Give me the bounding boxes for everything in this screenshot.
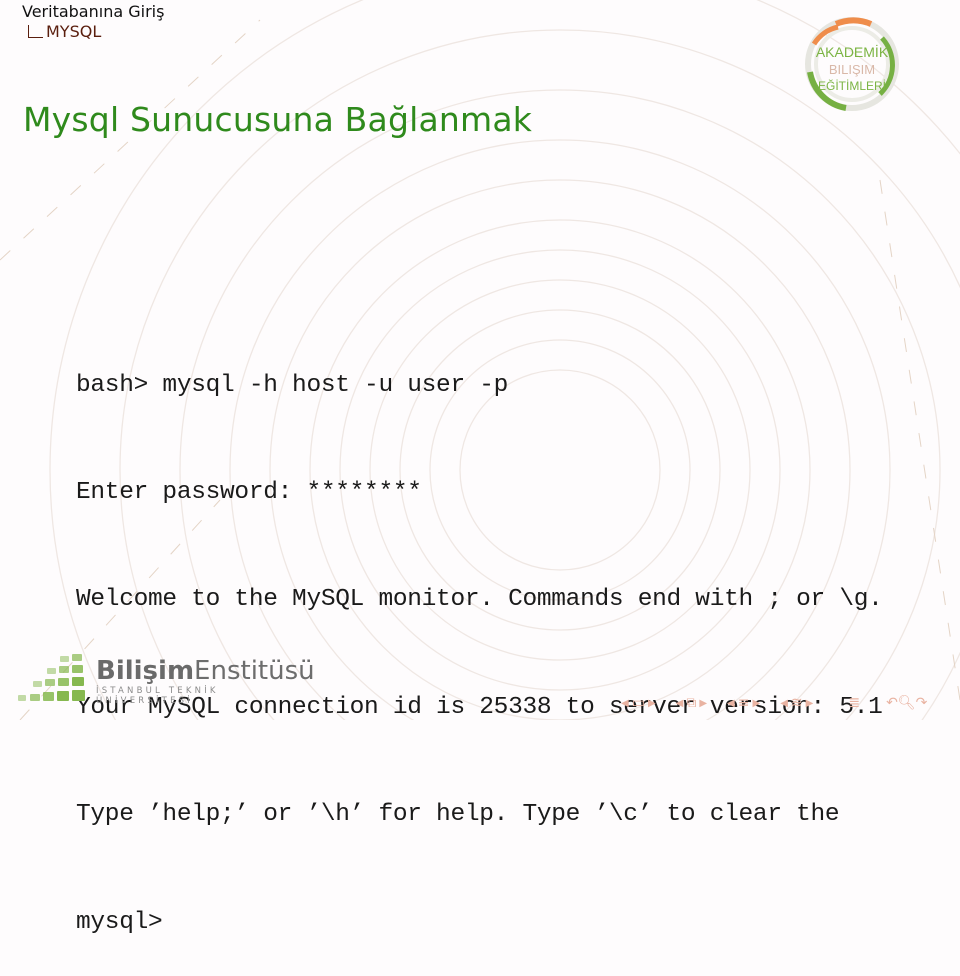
breadcrumb-subsection[interactable]: MYSQL <box>22 22 164 42</box>
section-next-icon[interactable]: ▶ <box>752 698 760 709</box>
terminal-line: bash> mysql -h host -u user -p <box>76 371 509 399</box>
subsection-next-icon[interactable]: ▶ <box>699 698 707 709</box>
presentation-prev-icon[interactable]: ◀ <box>780 698 788 709</box>
subsection-corner-icon <box>28 25 43 38</box>
breadcrumb-subsection-label: MYSQL <box>46 22 102 41</box>
undo-icon[interactable]: ↶ <box>886 695 898 711</box>
logo-line3: EĞİTİMLERİ <box>818 78 886 93</box>
terminal-line: mysql> <box>76 908 163 936</box>
breadcrumb-section[interactable]: Veritabanına Giriş <box>22 2 164 22</box>
frame-next-icon[interactable]: ▶ <box>648 698 656 709</box>
frame-prev-icon[interactable]: ◀ <box>621 698 629 709</box>
logo-line2: BILIŞIM <box>829 62 875 77</box>
beamer-navigation-bar: ◀ ▭ ▶ ◀ ⧉ ▶ ◀ ≡ ▶ ◀ ≋ ▶ ≣ ↶ 🔍︎ ↷ <box>618 692 937 714</box>
terminal-output: bash> mysql -h host -u user -p Enter pas… <box>76 296 883 976</box>
terminal-line: Welcome to the MySQL monitor. Commands e… <box>76 586 883 614</box>
akademik-bilisim-logo: AKADEMİK BILIŞIM EĞİTİMLERİ <box>805 17 899 111</box>
bilisim-enstitusu-logo: BilişimEnstitüsü İSTANBUL TEKNİK ÜNİVERS… <box>14 650 315 710</box>
logo-subtitle: İSTANBUL TEKNİK ÜNİVERSİTESİ <box>96 686 219 706</box>
redo-icon[interactable]: ↷ <box>916 695 928 711</box>
outline-icon[interactable]: ≣ <box>848 695 860 711</box>
subsection-prev-icon[interactable]: ◀ <box>676 698 684 709</box>
section-prev-icon[interactable]: ◀ <box>727 698 735 709</box>
presentation-next-icon[interactable]: ▶ <box>806 698 814 709</box>
subsection-icon[interactable]: ⧉ <box>686 695 696 711</box>
search-icon[interactable]: 🔍︎ <box>898 695 916 711</box>
frame-icon[interactable]: ▭ <box>632 695 645 711</box>
grid-squares-icon <box>18 654 85 701</box>
presentation-icon[interactable]: ≋ <box>791 695 803 711</box>
logo-title: BilişimEnstitüsü <box>96 656 315 686</box>
breadcrumb: Veritabanına Giriş MYSQL <box>22 2 164 42</box>
logo-line1: AKADEMİK <box>816 43 889 60</box>
section-icon[interactable]: ≡ <box>738 695 750 711</box>
terminal-line: Type ’help;’ or ’\h’ for help. Type ’\c’… <box>76 801 840 829</box>
terminal-line: Enter password: ******** <box>76 478 422 506</box>
slide-title: Mysql Sunucusuna Bağlanmak <box>23 100 533 139</box>
